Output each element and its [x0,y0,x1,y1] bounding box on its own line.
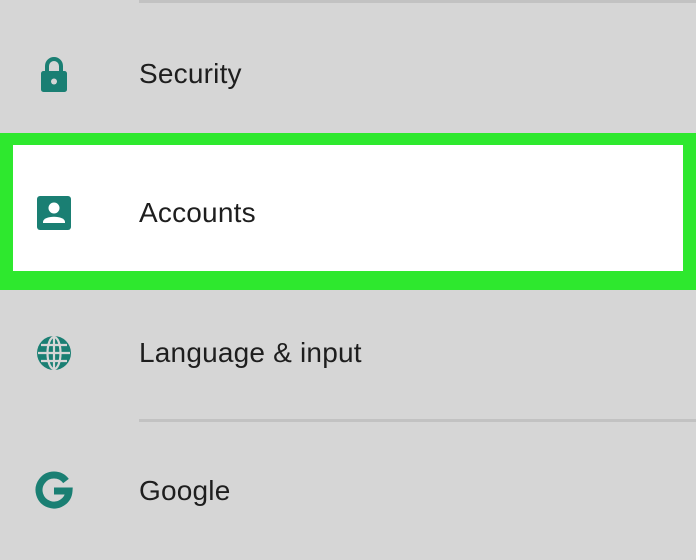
settings-item-accounts[interactable]: Accounts [13,145,683,271]
lock-icon [34,54,74,94]
globe-icon [34,333,74,373]
google-g-icon [34,470,74,510]
settings-item-label: Language & input [139,337,362,368]
settings-item-language[interactable]: Language & input [0,285,696,425]
settings-item-security[interactable]: Security [0,0,696,140]
settings-item-label: Google [139,475,231,506]
account-box-icon [34,193,74,233]
settings-item-google[interactable]: Google [0,420,696,560]
settings-item-label: Security [139,58,242,89]
settings-item-label: Accounts [139,197,256,228]
